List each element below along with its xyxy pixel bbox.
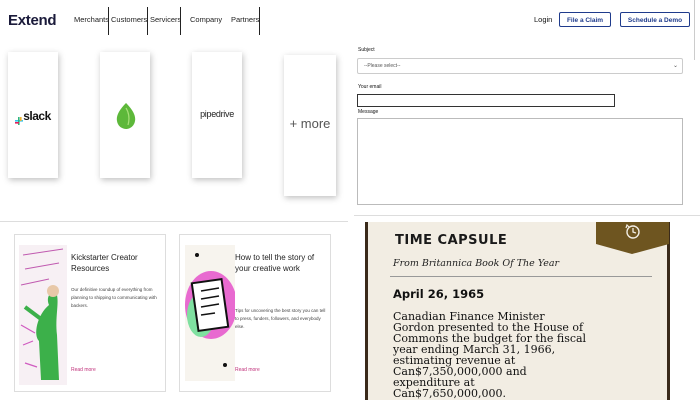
time-capsule-badge bbox=[596, 222, 669, 244]
kickstarter-illustration bbox=[19, 245, 67, 385]
nav-company[interactable]: Company bbox=[190, 15, 222, 24]
nav-partners[interactable]: Partners bbox=[231, 15, 259, 24]
nav-servicers[interactable]: Servicers bbox=[150, 15, 181, 24]
message-label: Message bbox=[358, 109, 379, 115]
clock-icon bbox=[625, 224, 640, 239]
nav-merchants[interactable]: Merchants bbox=[74, 15, 109, 24]
article-title[interactable]: Kickstarter Creator Resources bbox=[71, 252, 159, 274]
article-description: Our definitive roundup of everything fro… bbox=[71, 287, 157, 308]
chevron-down-icon: ⌄ bbox=[672, 63, 678, 69]
article-card-kickstarter[interactable]: Kickstarter Creator Resources Our defini… bbox=[14, 234, 166, 392]
edge-line bbox=[694, 0, 695, 60]
login-link[interactable]: Login bbox=[534, 15, 552, 24]
more-label: + more bbox=[289, 116, 331, 131]
nav-divider bbox=[108, 7, 109, 35]
pipedrive-card[interactable]: pipedrive bbox=[192, 52, 242, 178]
section-divider bbox=[354, 215, 700, 216]
slack-card[interactable]: slack bbox=[8, 52, 58, 178]
subject-select[interactable]: --Please select-- ⌄ bbox=[357, 58, 683, 74]
subject-value: --Please select-- bbox=[364, 63, 401, 69]
nav-divider bbox=[259, 7, 260, 35]
subject-label: Subject bbox=[358, 47, 375, 53]
nav-divider bbox=[147, 7, 148, 35]
time-capsule-subtitle: From Britannica Book Of The Year bbox=[393, 258, 560, 269]
slack-logo: slack bbox=[8, 107, 58, 125]
green-app-card[interactable] bbox=[100, 52, 150, 178]
slack-icon bbox=[15, 112, 24, 125]
email-field[interactable] bbox=[357, 94, 615, 107]
pipedrive-logo: pipedrive bbox=[200, 109, 234, 119]
extend-logo[interactable]: Extend bbox=[8, 12, 57, 29]
schedule-demo-button[interactable]: Schedule a Demo bbox=[620, 12, 690, 27]
rule-line bbox=[390, 276, 652, 277]
nav-customers[interactable]: Customers bbox=[111, 15, 147, 24]
time-capsule-title: TIME CAPSULE bbox=[395, 233, 508, 248]
panel-border bbox=[365, 222, 368, 400]
message-textarea[interactable] bbox=[357, 118, 683, 205]
article-card-story[interactable]: How to tell the story of your creative w… bbox=[179, 234, 331, 392]
nav-divider bbox=[180, 7, 181, 35]
time-capsule-date: April 26, 1965 bbox=[393, 287, 485, 301]
body-line: Can$7,650,000,000. bbox=[393, 387, 507, 400]
email-label: Your email bbox=[358, 84, 382, 90]
article-description: Tips for uncovering the best story you c… bbox=[235, 308, 326, 329]
more-integrations-card[interactable]: + more bbox=[284, 55, 336, 196]
leaf-icon bbox=[116, 103, 136, 129]
article-title[interactable]: How to tell the story of your creative w… bbox=[235, 252, 327, 274]
slack-wordmark: slack bbox=[23, 108, 51, 123]
section-divider bbox=[0, 221, 348, 222]
badge-point bbox=[596, 244, 669, 254]
read-more-link[interactable]: Read more bbox=[235, 367, 260, 373]
read-more-link[interactable]: Read more bbox=[71, 367, 96, 373]
file-claim-button[interactable]: File a Claim bbox=[559, 12, 611, 27]
story-illustration bbox=[185, 245, 235, 381]
